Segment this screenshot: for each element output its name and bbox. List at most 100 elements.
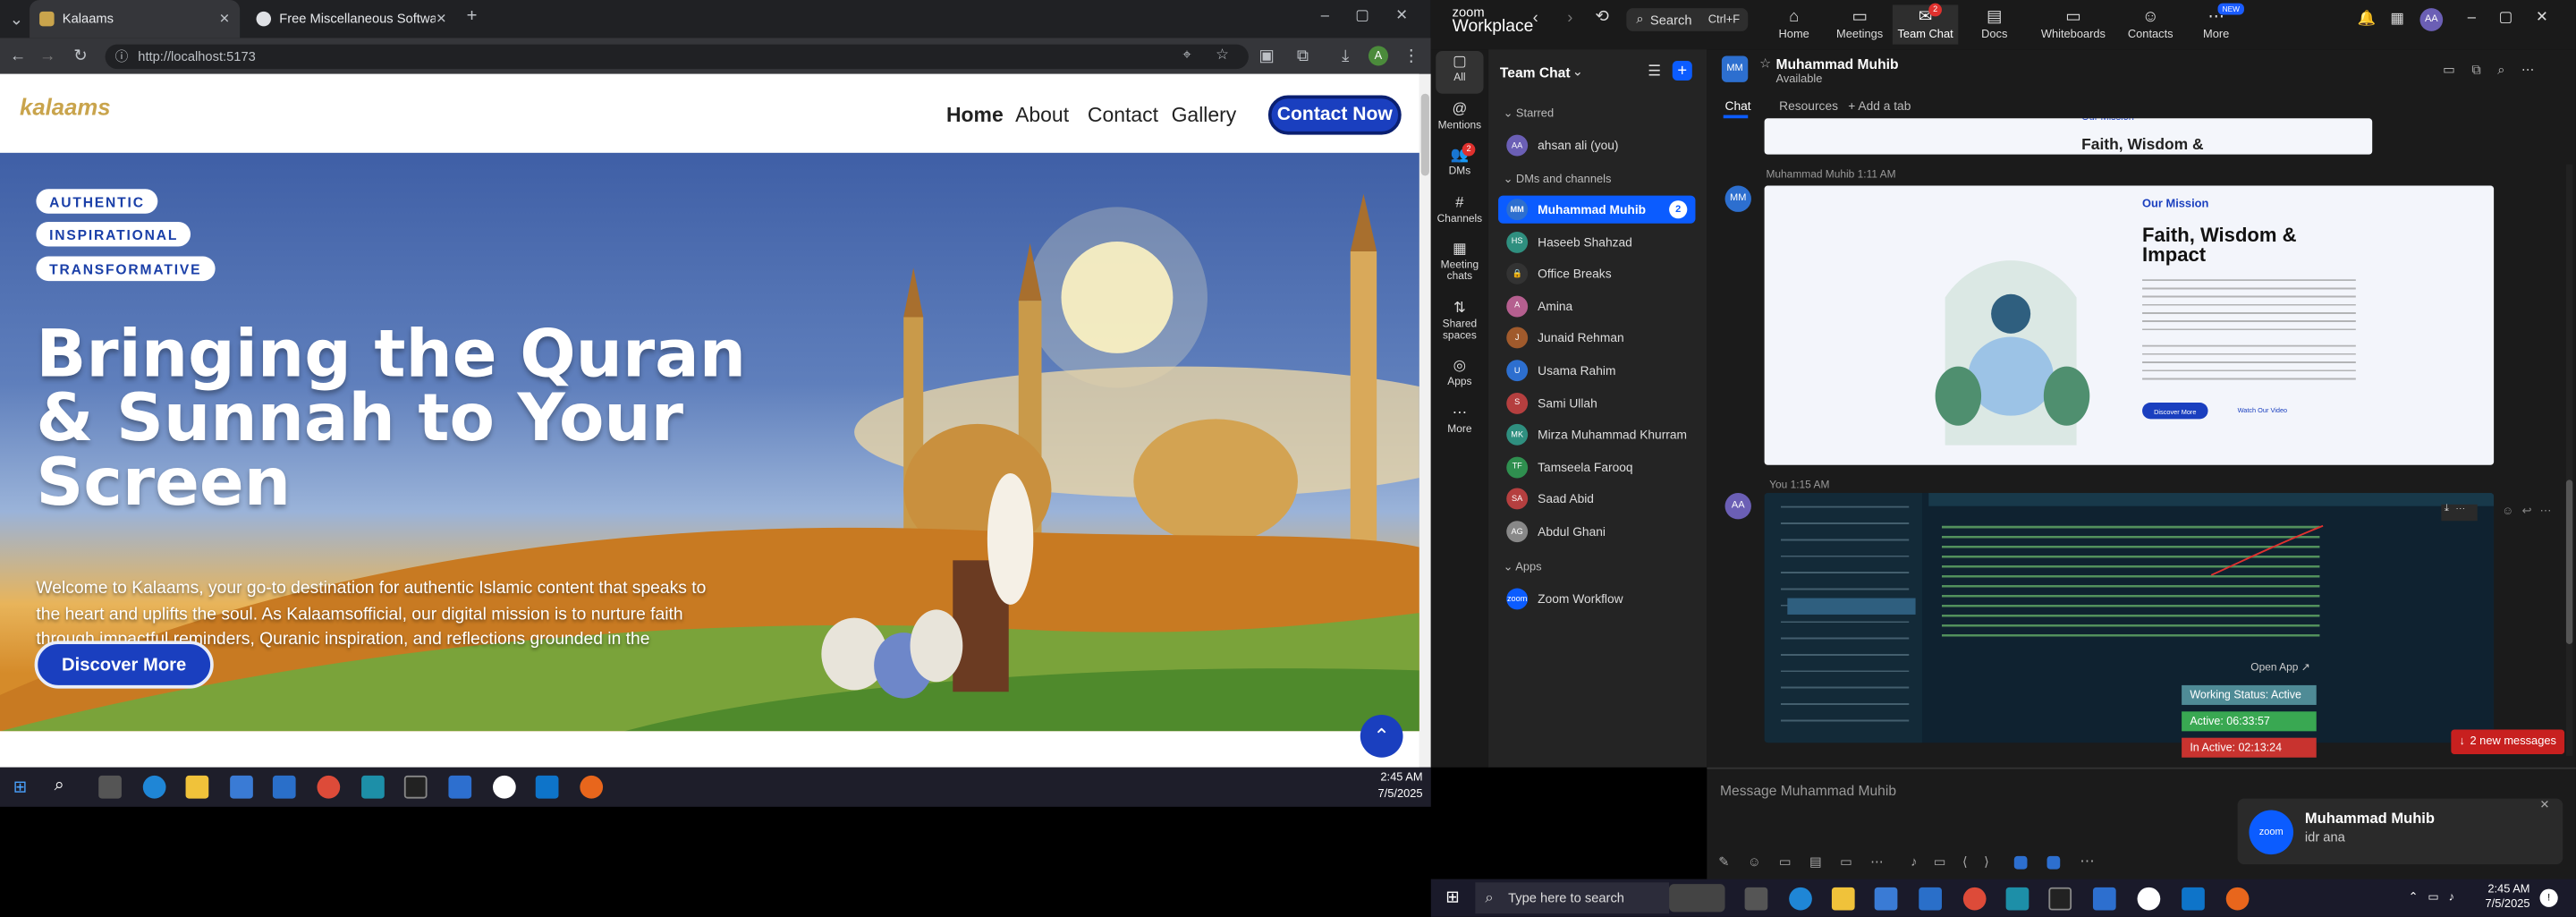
forward-icon[interactable]: → [36,45,59,68]
zoom-taskbar-icon[interactable] [448,775,472,799]
reload-icon[interactable]: ↻ [69,45,92,68]
taskbar-clock[interactable]: 2:45 AM 7/5/2025 [1360,770,1423,803]
window-controls[interactable]: –▢✕ [1321,6,1435,24]
compass-icon[interactable] [361,775,385,799]
site-info-icon[interactable]: ⓘ [115,47,129,65]
store-icon[interactable] [230,775,253,799]
close-icon[interactable]: ✕ [219,12,230,27]
close-icon[interactable]: ✕ [2540,799,2550,811]
nav-gallery[interactable]: Gallery [1172,104,1237,127]
chat-item-self[interactable]: AA ahsan ali (you) [1498,132,1695,159]
chat-item[interactable]: HS Haseeb Shahzad [1498,228,1695,256]
store-icon[interactable] [1874,887,1898,911]
scrollbar-thumb[interactable] [1420,93,1429,176]
browser-tab-software[interactable]: Free Miscellaneous Software - [ ✕ [247,0,457,38]
composer-toolbar[interactable]: ✎☺▭▤▭⋯ [1718,854,1902,870]
section-dms[interactable]: ⌄ DMs and channels [1504,173,1612,186]
zoom-taskbar-icon[interactable] [2092,887,2116,911]
tab-docs[interactable]: ▤ Docs [1962,8,2027,41]
bookmark-star-icon[interactable]: ☆ [1216,46,1229,64]
message-input-placeholder[interactable]: Message Muhammad Muhib [1720,782,1896,798]
vscode-icon[interactable] [535,775,559,799]
chat-item[interactable]: J Junaid Rehman [1498,325,1695,352]
site-logo[interactable]: kalaams [20,94,111,120]
chat-item[interactable]: AG Abdul Ghani [1498,518,1695,546]
tab-whiteboards[interactable]: ▭ Whiteboards [2034,8,2113,41]
edge-icon[interactable] [1789,887,1812,911]
bell-icon[interactable]: 🔔 [2358,10,2377,28]
windows-start-icon[interactable]: ⊞ [1445,889,1459,907]
task-view-icon[interactable] [1744,887,1768,911]
edge-icon[interactable] [142,775,166,799]
chat-item[interactable]: U Usama Rahim [1498,357,1695,385]
chat-item[interactable]: MM Muhammad Muhib 2 [1498,195,1696,224]
tab-search-icon[interactable]: ⌄ [5,8,29,31]
file-explorer-icon[interactable] [185,775,209,799]
compass-icon[interactable] [2005,887,2029,911]
windows-search-box[interactable]: ⌕ Type here to search [1475,882,1670,914]
puzzle-icon[interactable]: ⧉ [1292,45,1315,68]
new-messages-button[interactable]: ↓ 2 new messages [2451,729,2565,755]
star-icon[interactable]: ☆ [1759,55,1771,71]
chrome-icon[interactable] [1962,887,1987,911]
github-icon[interactable] [2137,887,2161,911]
chat-item[interactable]: SA Saad Abid [1498,486,1695,514]
page-scrollbar[interactable] [1419,73,1431,768]
discover-more-button[interactable]: Discover More [34,641,214,689]
compose-plus-button[interactable]: + [1672,60,1692,81]
chat-item[interactable]: MK Mirza Muhammad Khurram [1498,421,1695,449]
search-icon[interactable]: ⌕ [55,776,64,797]
shared-image-prev[interactable]: Our Mission Faith, Wisdom & [1764,118,2373,155]
menu-kebab-icon[interactable]: ⋮ [1400,45,1423,68]
window-controls[interactable]: –▢✕ [2468,8,2572,26]
rail-meeting-chats[interactable]: ▦ Meeting chats [1431,242,1488,284]
tab-team-chat[interactable]: ✉ Team Chat [1892,4,1959,45]
nav-home[interactable]: Home [946,104,1004,127]
chrome-icon[interactable] [317,775,341,799]
task-view-icon[interactable] [98,775,122,799]
list-title[interactable]: Team Chat [1500,64,1571,81]
section-starred[interactable]: ⌄ Starred [1504,106,1555,120]
rail-all[interactable]: ▢ All [1431,54,1488,83]
rail-more[interactable]: ⋯ More [1431,405,1488,436]
zoom-avatar[interactable]: AA [2419,8,2444,31]
profile-avatar[interactable]: A [1368,46,1389,66]
apps-grid-icon[interactable]: ▦ [2390,10,2404,28]
chat-header-actions[interactable]: ▭⧉⌕⋯ [2443,63,2551,79]
tab-home[interactable]: ⌂ Home [1761,8,1826,41]
shared-image-mission[interactable]: Our Mission Faith, Wisdom & Impact Disco… [1764,185,2495,465]
extension-icon[interactable]: ▣ [1255,45,1278,68]
notification-center-icon[interactable]: ! [2539,888,2558,907]
rail-apps[interactable]: ◎ Apps [1431,358,1488,387]
chat-header-name[interactable]: Muhammad Muhib [1775,55,1898,72]
file-explorer-icon[interactable] [1831,887,1855,911]
tab-meetings[interactable]: ▭ Meetings [1826,8,1892,41]
nav-about[interactable]: About [1015,104,1069,127]
shared-image-db[interactable] [1764,493,2495,743]
screenshot-icon[interactable] [2013,855,2028,870]
back-icon[interactable]: ← [6,45,30,68]
forward-icon[interactable]: › [1567,10,1572,28]
windows-start-icon[interactable]: ⊞ [13,779,27,797]
open-app-link[interactable]: Open App ↗ [2250,660,2309,674]
add-tab-button[interactable]: + Add a tab [1848,98,1911,114]
message-actions[interactable]: ⤓⋯ [2441,504,2478,522]
rail-channels[interactable]: # Channels [1431,195,1488,225]
chat-scrollbar[interactable] [2565,164,2573,756]
vscode-icon[interactable] [2182,887,2205,911]
section-apps[interactable]: ⌄ Apps [1504,560,1542,573]
contact-now-button[interactable]: Contact Now [1267,95,1402,135]
back-icon[interactable]: ‹ [1533,10,1538,28]
mail-icon[interactable] [1919,887,1942,911]
chat-item-zoom-workflow[interactable]: zoom Zoom Workflow [1498,585,1695,613]
record-icon[interactable] [2046,855,2061,870]
chat-item[interactable]: TF Tamseela Farooq [1498,454,1695,481]
chat-scrollbar-thumb[interactable] [2565,480,2573,644]
filter-icon[interactable]: ☰ [1648,63,1661,81]
nav-contact[interactable]: Contact [1088,104,1158,127]
chat-item[interactable]: S Sami Ullah [1498,389,1695,417]
zoom-search-input[interactable]: ⌕ Search Ctrl+F [1626,8,1749,31]
rail-mentions[interactable]: @ Mentions [1431,101,1488,132]
chat-item[interactable]: A Amina [1498,293,1695,320]
mail-icon[interactable] [272,775,296,799]
